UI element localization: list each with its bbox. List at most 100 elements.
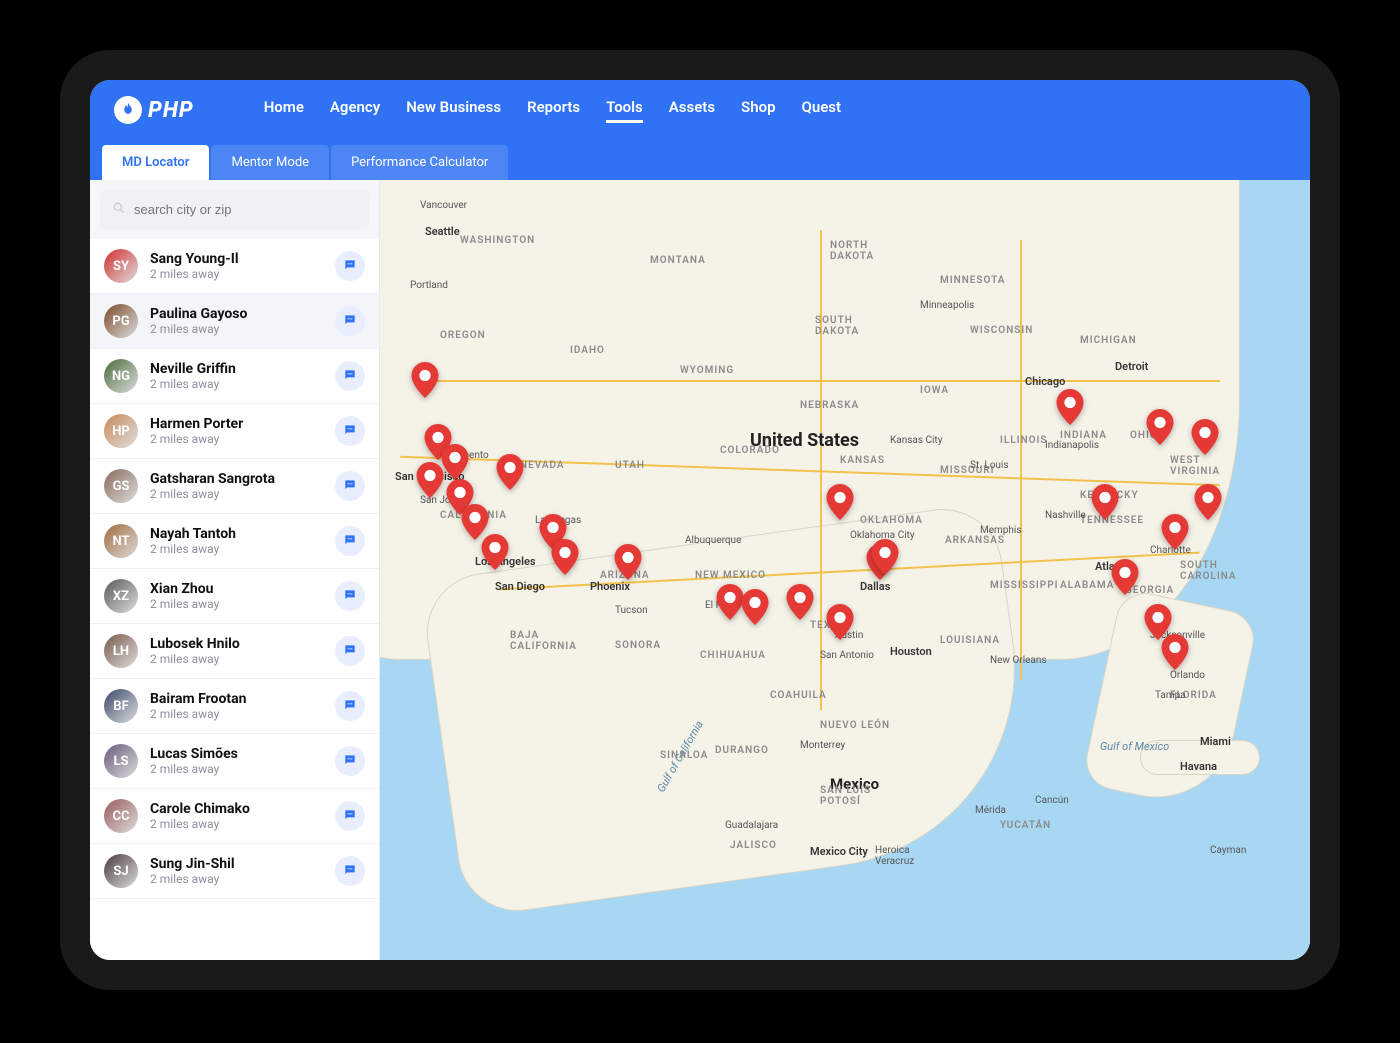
person-distance: 2 miles away [150,707,323,721]
person-info: Nayah Tantoh2 miles away [150,526,323,556]
list-item[interactable]: NTNayah Tantoh2 miles away [90,514,379,569]
chat-button[interactable] [335,581,365,611]
chat-button[interactable] [335,856,365,886]
map-pin[interactable] [871,539,899,575]
nav-item-agency[interactable]: Agency [330,98,380,123]
nav-item-reports[interactable]: Reports [527,98,580,123]
brand-logo[interactable]: PHP [114,96,194,124]
person-distance: 2 miles away [150,267,323,281]
chat-button[interactable] [335,416,365,446]
map-pin[interactable] [716,584,744,620]
list-item[interactable]: SYSang Young-Il2 miles away [90,239,379,294]
person-info: Sung Jin-Shil2 miles away [150,856,323,886]
list-item[interactable]: LSLucas Simões2 miles away [90,734,379,789]
road [820,230,822,710]
chat-icon [343,312,357,331]
chat-button[interactable] [335,471,365,501]
chat-button[interactable] [335,361,365,391]
map-city-label: Cancún [1035,795,1069,806]
avatar: GS [104,469,138,503]
map-pin[interactable] [1161,634,1189,670]
subtab-md-locator[interactable]: MD Locator [102,145,209,180]
person-distance: 2 miles away [150,432,323,446]
person-distance: 2 miles away [150,487,323,501]
chat-button[interactable] [335,691,365,721]
list-item[interactable]: BF Bairam Frootan2 miles away [90,679,379,734]
person-info: Bairam Frootan2 miles away [150,691,323,721]
person-info: Xian Zhou2 miles away [150,581,323,611]
nav-item-shop[interactable]: Shop [741,98,775,123]
map-pin[interactable] [826,484,854,520]
map-pin[interactable] [416,462,444,498]
map-pin[interactable] [614,544,642,580]
map-pin[interactable] [826,604,854,640]
map-pin[interactable] [551,539,579,575]
person-name: Xian Zhou [150,581,323,597]
map-pin[interactable] [1191,419,1219,455]
person-distance: 2 miles away [150,377,323,391]
nav-item-assets[interactable]: Assets [669,98,715,123]
map-state-label: YUCATÁN [1000,820,1051,831]
map-pin[interactable] [1111,559,1139,595]
map-pin[interactable] [1161,514,1189,550]
map-pin[interactable] [1146,409,1174,445]
search-box[interactable] [100,190,369,229]
pin-icon [1056,410,1084,429]
search-input[interactable] [134,202,357,217]
nav-item-home[interactable]: Home [264,98,304,123]
map-city-label: Mérida [975,805,1006,816]
chat-button[interactable] [335,636,365,666]
map-pin[interactable] [481,534,509,570]
chat-icon [343,807,357,826]
subtab-performance-calculator[interactable]: Performance Calculator [331,145,508,180]
chat-icon [343,697,357,716]
pin-icon [826,625,854,644]
person-name: Nayah Tantoh [150,526,323,542]
list-item[interactable]: NGNeville Griffin2 miles away [90,349,379,404]
nav-item-new-business[interactable]: New Business [406,98,501,123]
chat-button[interactable] [335,526,365,556]
pin-icon [741,610,769,629]
list-item[interactable]: PGPaulina Gayoso2 miles away [90,294,379,349]
chat-icon [343,862,357,881]
chat-button[interactable] [335,801,365,831]
chat-icon [343,477,357,496]
map-pin[interactable] [411,362,439,398]
list-item[interactable]: HPHarmen Porter2 miles away [90,404,379,459]
list-item[interactable]: GS Gatsharan Sangrota2 miles away [90,459,379,514]
person-name: Carole Chimako [150,801,323,817]
person-name: Gatsharan Sangrota [150,471,323,487]
subtab-mentor-mode[interactable]: Mentor Mode [211,145,329,180]
pin-icon [1191,440,1219,459]
avatar: LH [104,634,138,668]
list-item[interactable]: SJSung Jin-Shil2 miles away [90,844,379,899]
chat-button[interactable] [335,306,365,336]
map-pin[interactable] [1056,389,1084,425]
map-area[interactable]: United States Mexico Gulf of CaliforniaG… [380,180,1310,960]
chat-button[interactable] [335,251,365,281]
list-item[interactable]: LH Lubosek Hnilo2 miles away [90,624,379,679]
avatar: NG [104,359,138,393]
map-pin[interactable] [741,589,769,625]
avatar: BF [104,689,138,723]
map-city-label: Cayman [1210,845,1246,856]
map-pin[interactable] [786,584,814,620]
person-info: Lubosek Hnilo2 miles away [150,636,323,666]
chat-button[interactable] [335,746,365,776]
person-name: Sang Young-Il [150,251,323,267]
nav-item-tools[interactable]: Tools [606,98,643,123]
chat-icon [343,752,357,771]
person-info: Gatsharan Sangrota2 miles away [150,471,323,501]
list-item[interactable]: XZXian Zhou2 miles away [90,569,379,624]
person-info: Carole Chimako2 miles away [150,801,323,831]
nav-item-quest[interactable]: Quest [802,98,842,123]
map-pin[interactable] [1091,484,1119,520]
map-pin[interactable] [496,454,524,490]
map-pin[interactable] [441,444,469,480]
pin-icon [416,483,444,502]
map-pin[interactable] [1194,484,1222,520]
pin-icon [551,560,579,579]
pin-icon [1111,580,1139,599]
pin-icon [1194,505,1222,524]
list-item[interactable]: CCCarole Chimako2 miles away [90,789,379,844]
